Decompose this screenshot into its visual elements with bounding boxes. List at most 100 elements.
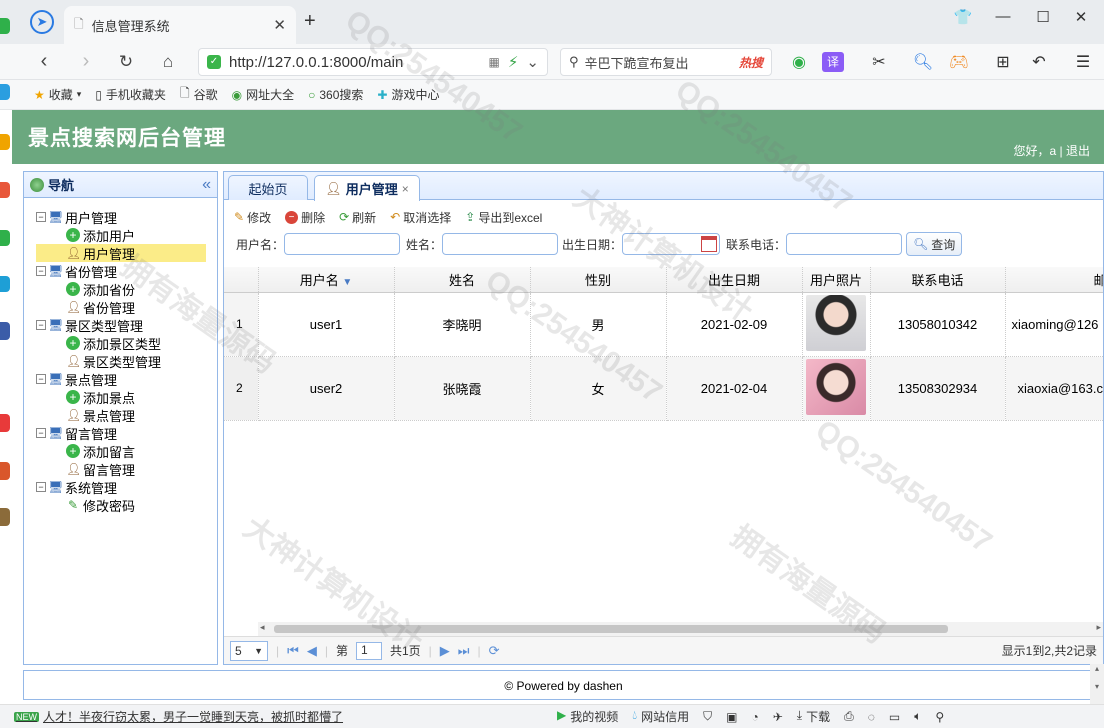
vertical-scrollbar[interactable]: ▴ ▾ [1090, 664, 1104, 704]
undo-icon[interactable]: ↶ [1028, 52, 1050, 72]
sidebar-app-icon[interactable] [0, 322, 10, 340]
tree-item-scenic-type-manage[interactable]: 👤︎ 景区类型管理 [36, 352, 217, 370]
credit-link[interactable]: 💧︎ 网站信用 [632, 708, 689, 725]
refresh-icon[interactable]: ⟳ [489, 643, 500, 659]
name-input[interactable] [442, 233, 559, 255]
prev-page-icon[interactable]: ◀ [307, 643, 317, 659]
sidebar-app-icon[interactable] [0, 84, 10, 100]
tree-item-province-manage[interactable]: 👤︎ 省份管理 [36, 298, 217, 316]
page-input[interactable]: 1 [355, 641, 382, 660]
sidebar-app-icon[interactable] [0, 462, 10, 480]
chevron-down-icon[interactable]: ⌄ [526, 53, 539, 71]
lightning-icon[interactable]: ⚡ [508, 53, 519, 71]
tree-group-scenic-type[interactable]: − 🖥︎ 景区类型管理 [36, 316, 217, 334]
sidebar-app-icon[interactable] [0, 276, 10, 292]
tab-home[interactable]: 起始页 [228, 175, 308, 200]
tree-item-add-province[interactable]: + 添加省份 [36, 280, 217, 298]
sidebar-app-icon[interactable] [0, 134, 10, 150]
cancel-select-button[interactable]: ↶ 取消选择 [390, 209, 451, 226]
search-input[interactable]: ⚲ 辛巴下跪宣布复出 热搜 [560, 48, 772, 76]
collapse-node-icon[interactable]: − [36, 320, 46, 330]
column-header-phone[interactable]: 联系电话 [870, 267, 1006, 293]
column-header-photo[interactable]: 用户照片 [802, 267, 871, 293]
bookmark-urls[interactable]: ◉ 网址大全 [232, 86, 295, 103]
tree-group-system[interactable]: − 🖥︎ 系统管理 [36, 478, 217, 496]
tree-item-add-scenic-type[interactable]: + 添加景区类型 [36, 334, 217, 352]
edit-button[interactable]: ✎ 修改 [234, 209, 271, 226]
user-photo[interactable] [806, 294, 866, 351]
column-header-name[interactable]: 姓名 [394, 267, 531, 293]
username-input[interactable] [284, 233, 401, 255]
sidebar-app-icon[interactable] [0, 230, 10, 246]
column-header-email[interactable]: 邮箱 [1005, 267, 1103, 293]
bookmark-google[interactable]: 🗋 谷歌 [180, 84, 218, 105]
close-window-button[interactable]: ✕ [1066, 8, 1096, 26]
bookmark-games[interactable]: ✚ 游戏中心 [377, 86, 439, 103]
minimize-button[interactable]: — [988, 8, 1018, 25]
chat-icon[interactable]: ◌ [868, 710, 875, 724]
last-page-icon[interactable]: ⏭ [458, 643, 470, 659]
phone-input[interactable] [786, 233, 903, 255]
collapse-node-icon[interactable]: − [36, 212, 46, 222]
gamepad-icon[interactable]: 🎮︎ [948, 52, 970, 72]
qr-icon[interactable]: ▦ [489, 55, 500, 69]
collapse-node-icon[interactable]: − [36, 428, 46, 438]
tree-group-province[interactable]: − 🖥︎ 省份管理 [36, 262, 217, 280]
news-ticker[interactable]: NEW 人才！半夜行窃太累，男子一觉睡到天亮，被抓时都懵了 [14, 708, 343, 725]
user-photo[interactable] [806, 358, 866, 415]
bookmark-360[interactable]: ○ 360搜索 [308, 86, 363, 103]
tree-item-spot-manage[interactable]: 👤︎ 景点管理 [36, 406, 217, 424]
table-row[interactable]: 2 user2 张晓霞 女 2021-02-04 13508302934 xia… [224, 356, 1103, 421]
column-header-username[interactable]: 用户名 ▼ [258, 267, 395, 293]
video-link[interactable]: ▶ 我的视频 [557, 708, 618, 725]
tree-group-user[interactable]: − 🖥︎ 用户管理 [36, 208, 217, 226]
tree-group-spot[interactable]: − 🖥︎ 景点管理 [36, 370, 217, 388]
tree-item-add-spot[interactable]: + 添加景点 [36, 388, 217, 406]
home-button[interactable]: ⌂ [154, 52, 182, 72]
magnifier-icon[interactable]: 🔍︎ [912, 52, 934, 72]
shirt-icon[interactable]: 👕 [948, 8, 978, 26]
zoom-icon[interactable]: ⚲ [935, 710, 944, 724]
birth-date-input[interactable] [622, 233, 721, 255]
print-icon[interactable]: ⎙ [844, 709, 854, 724]
rocket-icon[interactable]: ✈ [773, 710, 783, 724]
translate-icon[interactable]: 译 [822, 52, 844, 72]
column-header-gender[interactable]: 性别 [530, 267, 667, 293]
reload-button[interactable]: ↻ [112, 52, 140, 72]
browser-logo-icon[interactable]: ➤ [30, 10, 54, 34]
forward-button[interactable]: › [72, 50, 100, 73]
apps-grid-icon[interactable]: ⊞ [992, 52, 1014, 72]
tree-item-add-message[interactable]: + 添加留言 [36, 442, 217, 460]
column-header-birth[interactable]: 出生日期 [666, 267, 803, 293]
tree-group-message[interactable]: − 🖥︎ 留言管理 [36, 424, 217, 442]
table-row[interactable]: 1 user1 李晓明 男 2021-02-09 13058010342 xia… [224, 292, 1103, 357]
menu-icon[interactable]: ☰ [1072, 52, 1094, 72]
download-link[interactable]: ⤓ 下载 [797, 708, 830, 725]
speed-icon[interactable]: ◔ [751, 710, 758, 724]
first-page-icon[interactable]: ⏮ [287, 643, 299, 659]
new-tab-button[interactable]: + [304, 10, 316, 33]
shield-icon[interactable]: ⛉ [703, 709, 712, 724]
sidebar-app-icon[interactable] [0, 508, 10, 526]
scroll-right-icon[interactable]: ▸ [1096, 622, 1101, 633]
browser-tab[interactable]: 🗋 信息管理系统 ✕ [64, 6, 296, 44]
calendar-icon[interactable] [701, 236, 718, 252]
image-icon[interactable]: ▣ [726, 710, 737, 724]
tree-item-change-password[interactable]: ✎ 修改密码 [36, 496, 217, 514]
bookmark-mobile[interactable]: ▯ 手机收藏夹 [95, 86, 166, 103]
close-tab-icon[interactable]: × [402, 182, 409, 196]
scrollbar-thumb[interactable] [274, 625, 948, 633]
refresh-button[interactable]: ⟳ 刷新 [339, 209, 376, 226]
next-page-icon[interactable]: ▶ [440, 643, 450, 659]
back-button[interactable]: ‹ [30, 50, 58, 73]
scissors-icon[interactable]: ✂ [868, 52, 890, 72]
sidebar-app-icon[interactable] [0, 18, 10, 34]
tree-item-add-user[interactable]: + 添加用户 [36, 226, 217, 244]
close-tab-icon[interactable]: ✕ [273, 16, 286, 34]
url-input[interactable]: ✓ http://127.0.0.1:8000/main ▦ ⚡ ⌄ [198, 48, 548, 76]
sidebar-app-icon[interactable] [0, 414, 10, 432]
window-icon[interactable]: ▭ [889, 710, 900, 724]
collapse-node-icon[interactable]: − [36, 266, 46, 276]
tab-user-manage[interactable]: 👤︎ 用户管理 × [314, 175, 420, 201]
query-button[interactable]: 🔍︎ 查询 [906, 232, 963, 256]
